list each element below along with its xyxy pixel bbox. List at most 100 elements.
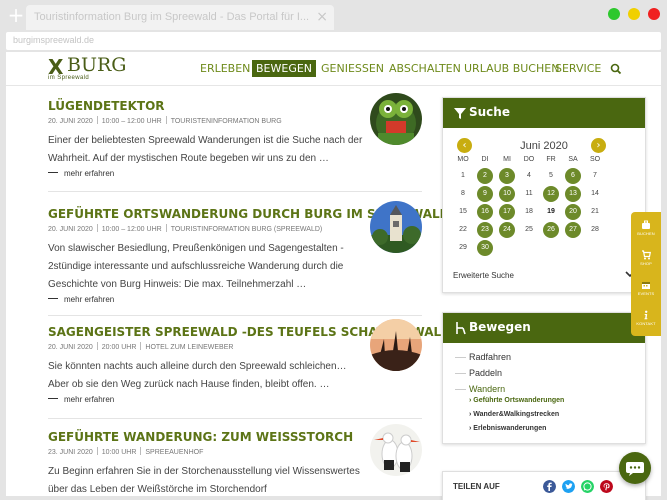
calendar-day[interactable]: 30 — [477, 240, 493, 256]
twitter-icon[interactable] — [562, 480, 575, 493]
list-bullet — [455, 389, 466, 390]
event-thumbnail[interactable] — [370, 424, 422, 476]
calendar-day[interactable]: 6 — [565, 168, 581, 184]
calendar-day[interactable]: 15 — [455, 204, 471, 220]
window-close-button[interactable] — [648, 8, 660, 20]
facebook-icon[interactable] — [543, 480, 556, 493]
list-bullet — [455, 357, 466, 358]
event-organizer: SPREEAUENHOF — [145, 449, 204, 456]
bewegen-subitem-gefuehrte-ortswanderungen[interactable]: › Geführte Ortswanderungen — [469, 397, 564, 404]
calendar-day[interactable]: 8 — [455, 186, 471, 202]
more-link[interactable]: mehr erfahren — [48, 295, 114, 304]
suitcase-icon — [642, 220, 650, 229]
bewegen-item-radfahren[interactable]: Radfahren — [469, 352, 511, 362]
calendar-day[interactable]: 16 — [477, 204, 493, 220]
calendar-day[interactable]: 24 — [499, 222, 515, 238]
nav-item-erleben[interactable]: ERLEBEN — [196, 60, 254, 77]
event-time: 10:00 – 12:00 UHR — [101, 226, 162, 233]
quick-action-events[interactable]: EVENTS — [631, 280, 661, 296]
bewegen-subitem-erlebniswanderungen[interactable]: › Erlebniswanderungen — [469, 425, 546, 432]
browser-tab[interactable]: Touristinformation Burg im Spreewald - D… — [26, 5, 334, 30]
weekday-label: SA — [568, 156, 578, 163]
calendar-day[interactable]: 27 — [565, 222, 581, 238]
new-tab-button[interactable]: + — [6, 5, 26, 25]
info-icon — [644, 310, 648, 320]
address-text: burgimspreewald.de — [13, 35, 95, 45]
calendar-day[interactable]: 22 — [455, 222, 471, 238]
calendar-day[interactable]: 23 — [477, 222, 493, 238]
event-organizer: TOURISTENINFORMATION BURG — [170, 118, 282, 125]
calendar-day[interactable]: 12 — [543, 186, 559, 202]
calendar-day[interactable]: 10 — [499, 186, 515, 202]
logo-subtitle: im Spreewald — [48, 75, 90, 81]
bewegen-widget-header: Bewegen — [443, 313, 645, 343]
event-thumbnail[interactable] — [370, 319, 422, 371]
calendar-day[interactable]: 21 — [587, 204, 603, 220]
calendar-day[interactable]: 17 — [499, 204, 515, 220]
advanced-search-link[interactable]: Erweiterte Suche — [453, 271, 514, 280]
calendar-day[interactable]: 9 — [477, 186, 493, 202]
calendar-icon — [642, 282, 650, 289]
event-item: LÜGENDETEKTOR 20. JUNI 2020 10:00 – 12:00… — [48, 93, 426, 199]
more-link-label: mehr erfahren — [64, 395, 115, 404]
calendar-day[interactable]: 28 — [587, 222, 603, 238]
calendar-day[interactable]: 1 — [455, 168, 471, 184]
subitem-label: Wander&Walkingstrecken — [473, 411, 560, 418]
calendar-day[interactable]: 4 — [521, 168, 537, 184]
calendar-day[interactable]: 18 — [521, 204, 537, 220]
calendar-day[interactable]: 26 — [543, 222, 559, 238]
bewegen-item-wandern[interactable]: Wandern — [469, 384, 505, 394]
calendar-day[interactable]: 11 — [521, 186, 537, 202]
more-link[interactable]: mehr erfahren — [48, 169, 114, 178]
more-link[interactable]: mehr erfahren — [48, 395, 114, 404]
calendar-day[interactable]: 5 — [543, 168, 559, 184]
calendar-next-button[interactable]: › — [591, 138, 606, 153]
share-label: TEILEN AUF — [453, 482, 500, 491]
event-title[interactable]: LÜGENDETEKTOR — [48, 99, 165, 113]
event-description: Einer der beliebtesten Spreewald Wanderu… — [48, 135, 363, 164]
search-widget: Suche ‹ Juni 2020 › MO DI MI DO FR SA SO 1 2 3 4 5 6… — [442, 97, 646, 293]
event-description: Von slawischer Besiedlung, Preußenkönige… — [48, 243, 344, 290]
event-date: 20. JUNI 2020 — [48, 226, 93, 233]
nav-item-urlaub-buchen[interactable]: URLAUB BUCHEN — [460, 60, 563, 77]
calendar-day[interactable]: 2 — [477, 168, 493, 184]
event-thumbnail[interactable] — [370, 93, 422, 145]
nav-item-geniessen[interactable]: GENIESSEN — [317, 60, 388, 77]
calendar-day[interactable]: 25 — [521, 222, 537, 238]
calendar-day[interactable]: 3 — [499, 168, 515, 184]
event-item: GEFÜHRTE WANDERUNG: ZUM WEISSSTORCH 23. … — [48, 424, 426, 500]
bewegen-item-paddeln[interactable]: Paddeln — [469, 368, 502, 378]
pinterest-icon[interactable] — [600, 480, 613, 493]
search-icon[interactable] — [609, 62, 623, 76]
tab-close-icon[interactable]: × — [316, 9, 328, 25]
site-logo[interactable]: X BURG im Spreewald — [48, 54, 126, 83]
calendar-day[interactable]: 14 — [587, 186, 603, 202]
event-meta: 23. JUNI 2020 10:00 UHR SPREEAUENHOF — [48, 447, 203, 456]
bewegen-subitem-wanderstrecken[interactable]: › Wander&Walkingstrecken — [469, 411, 559, 418]
list-bullet — [455, 373, 466, 374]
address-bar[interactable]: burgimspreewald.de — [6, 32, 661, 50]
whatsapp-icon[interactable] — [581, 480, 594, 493]
quick-action-kontakt[interactable]: KONTAKT — [631, 310, 661, 326]
quick-action-buchen[interactable]: BUCHEN — [631, 220, 661, 236]
window-maximize-button[interactable] — [608, 8, 620, 20]
calendar-day[interactable]: 20 — [565, 204, 581, 220]
main-content: LÜGENDETEKTOR 20. JUNI 2020 10:00 – 12:00… — [6, 86, 661, 500]
calendar-day[interactable]: 29 — [455, 240, 471, 256]
nav-item-bewegen[interactable]: BEWEGEN — [252, 60, 317, 77]
search-widget-header: Suche — [443, 98, 645, 128]
quick-action-shop[interactable]: SHOP — [631, 250, 661, 266]
calendar-day[interactable]: 7 — [587, 168, 603, 184]
event-thumbnail[interactable] — [370, 201, 422, 253]
calendar-day[interactable]: 19 — [543, 204, 559, 220]
more-link-label: mehr erfahren — [64, 295, 115, 304]
event-title[interactable]: GEFÜHRTE WANDERUNG: ZUM WEISSSTORCH — [48, 430, 353, 444]
event-organizer: HOTEL ZUM LEINEWEBER — [145, 344, 234, 351]
calendar-month: Juni 2020 — [520, 140, 568, 152]
chat-button[interactable] — [619, 452, 651, 484]
nav-item-abschalten[interactable]: ABSCHALTEN — [385, 60, 465, 77]
nav-item-service[interactable]: SERVICE — [551, 60, 605, 77]
calendar-day[interactable]: 13 — [565, 186, 581, 202]
window-minimize-button[interactable] — [628, 8, 640, 20]
quick-action-label: EVENTS — [637, 291, 655, 296]
